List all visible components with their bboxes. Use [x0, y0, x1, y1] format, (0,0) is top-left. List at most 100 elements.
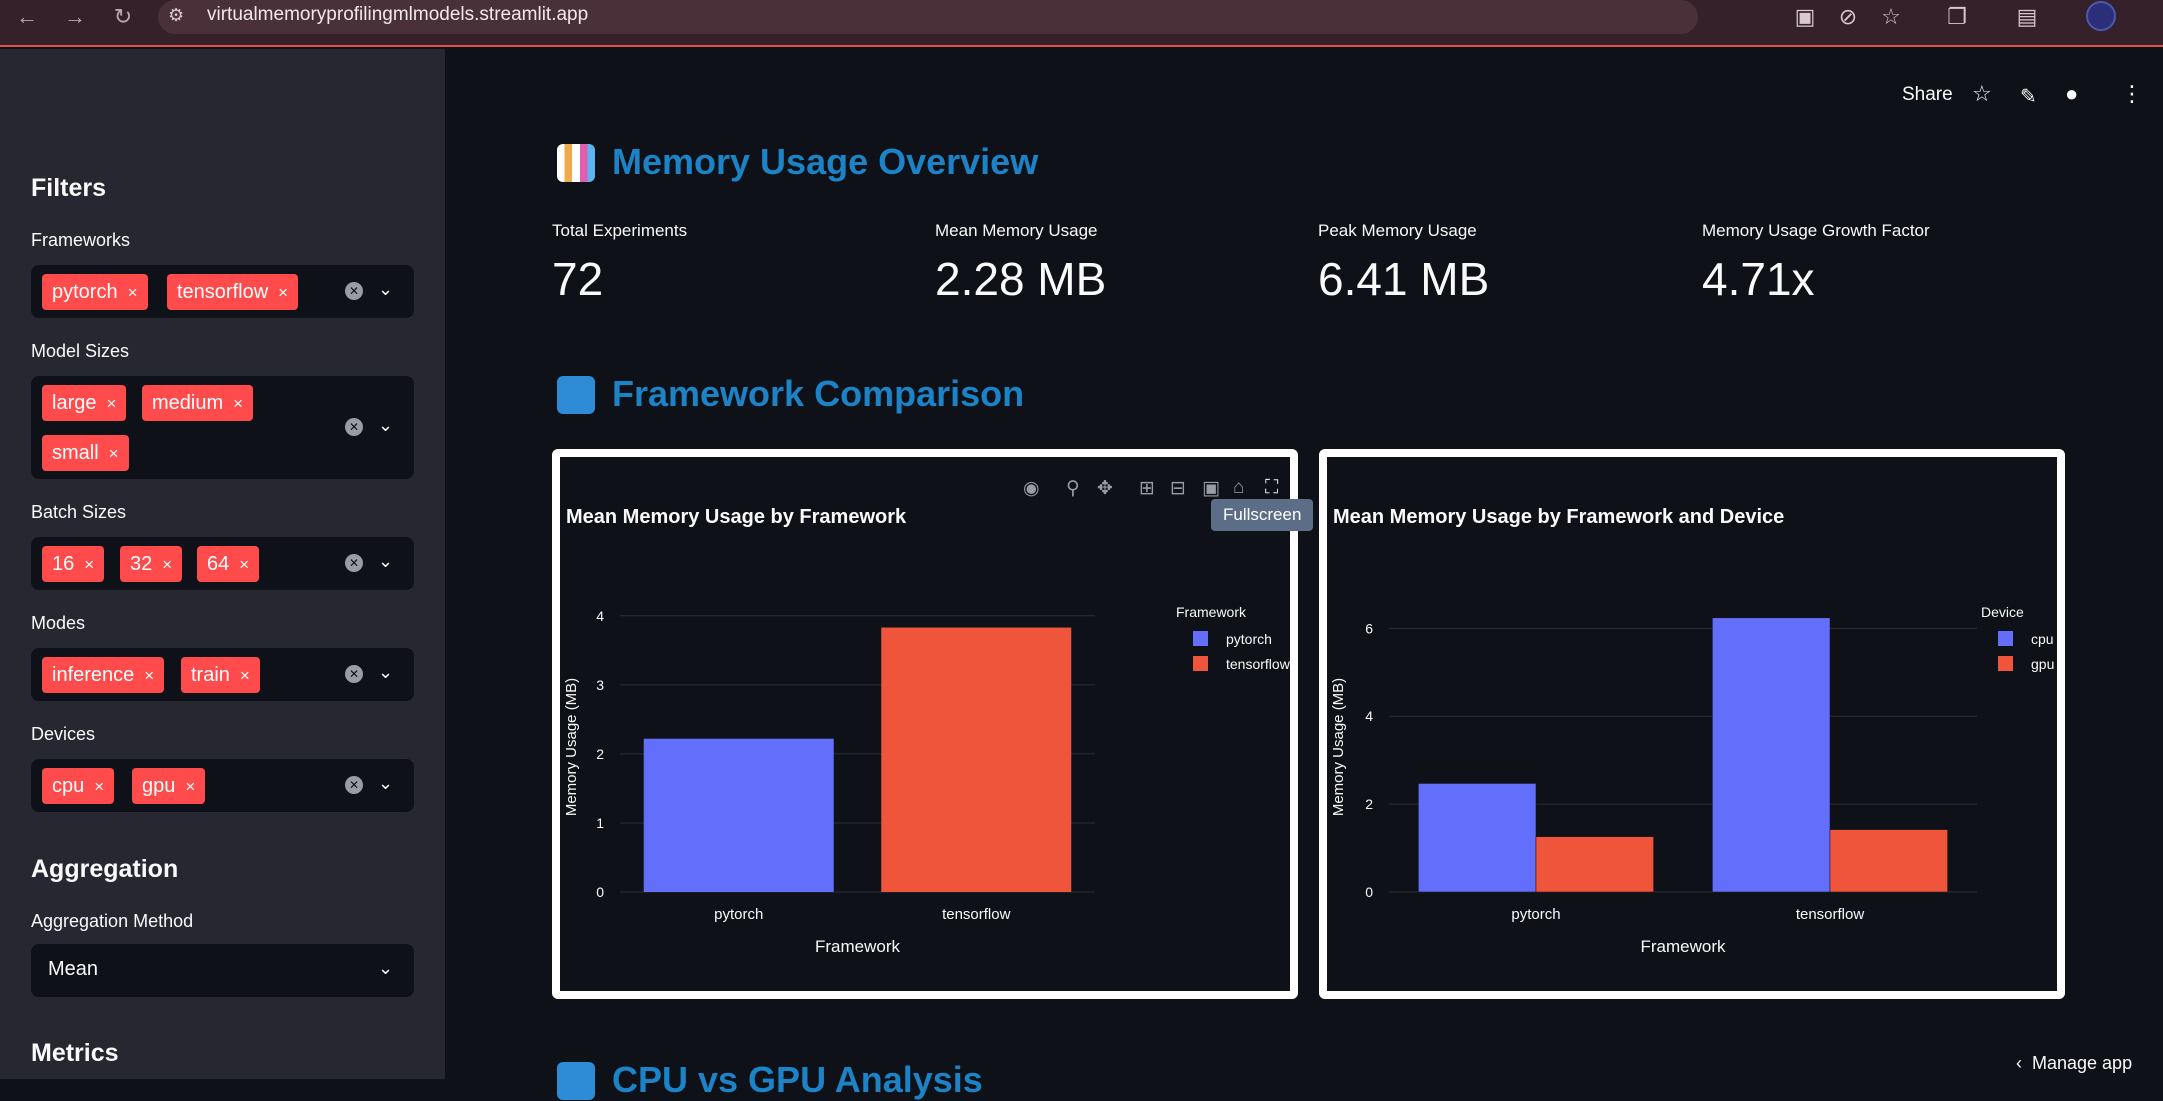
zoom-icon[interactable]: ⚲: [1066, 477, 1080, 500]
clear-all-icon[interactable]: ✕: [345, 776, 363, 794]
tag-gpu[interactable]: gpu ×: [132, 768, 206, 804]
chevron-down-icon[interactable]: ⌄: [378, 279, 393, 300]
section-emoji-icon: [557, 1062, 595, 1100]
tag-cpu[interactable]: cpu ×: [42, 768, 115, 804]
y-axis-label: Memory Usage (MB): [1330, 678, 1347, 816]
chevron-down-icon[interactable]: ⌄: [378, 958, 393, 979]
remove-tag-icon[interactable]: ×: [240, 666, 250, 685]
clear-all-icon[interactable]: ✕: [345, 665, 363, 683]
tag-32[interactable]: 32 ×: [120, 546, 183, 582]
tag-inference[interactable]: inference ×: [42, 657, 165, 693]
refresh-emoji-icon: [557, 376, 595, 414]
remove-tag-icon[interactable]: ×: [162, 555, 172, 574]
y-tick-label: 3: [596, 677, 604, 693]
remove-tag-icon[interactable]: ×: [144, 666, 154, 685]
metric-mean-memory-label: Mean Memory Usage: [935, 221, 1098, 240]
metrics-heading: Metrics: [31, 1039, 119, 1067]
tag-pytorch[interactable]: pytorch ×: [42, 274, 148, 310]
extensions-icon[interactable]: ❐: [1942, 2, 1972, 32]
clear-all-icon[interactable]: ✕: [345, 282, 363, 300]
y-tick-label: 2: [596, 746, 604, 762]
bar-pytorch: [643, 738, 834, 892]
edit-icon[interactable]: ✎: [2020, 84, 2037, 109]
legend-title: Device: [1981, 604, 2024, 620]
comparison-title: Framework Comparison: [612, 373, 1025, 414]
pan-icon[interactable]: ✥: [1097, 477, 1113, 500]
sidebar: Filters Frameworks pytorch × tensorflow × …: [0, 49, 445, 1079]
frameworks-label: Frameworks: [31, 230, 131, 250]
tag-train[interactable]: train ×: [181, 657, 260, 693]
github-icon[interactable]: ●: [2065, 81, 2078, 107]
fullscreen-icon[interactable]: ⛶: [1265, 477, 1278, 499]
devices-multiselect[interactable]: cpu × gpu × ✕ ⌄: [31, 759, 414, 812]
aggregation-heading: Aggregation: [31, 855, 179, 883]
chevron-down-icon[interactable]: ⌄: [378, 662, 393, 683]
clear-all-icon[interactable]: ✕: [345, 418, 363, 436]
tag-large[interactable]: large ×: [42, 385, 127, 421]
home-icon[interactable]: ⌂: [1233, 477, 1244, 499]
y-axis-label: Memory Usage (MB): [563, 678, 580, 816]
aggregation-method-select[interactable]: Mean ⌄: [31, 944, 414, 997]
clear-all-icon[interactable]: ✕: [345, 554, 363, 572]
site-info-icon[interactable]: ⚙: [168, 5, 184, 26]
chart-card-framework: Mean Memory Usage by Framework 0 1 2 3 4 pytor…: [552, 449, 1298, 999]
zoom-out-icon[interactable]: ⊟: [1170, 477, 1186, 500]
tag-16[interactable]: 16 ×: [42, 546, 105, 582]
remove-tag-icon[interactable]: ×: [239, 555, 249, 574]
remove-tag-icon[interactable]: ×: [128, 283, 138, 302]
aggregation-method-value: Mean: [48, 958, 99, 980]
next-section-title: CPU vs GPU Analysis: [612, 1059, 983, 1100]
bookmark-star-icon[interactable]: ☆: [1876, 2, 1906, 32]
tag-64[interactable]: 64 ×: [197, 546, 260, 582]
chevron-down-icon[interactable]: ⌄: [378, 415, 393, 436]
batch-sizes-multiselect[interactable]: 16 × 32 × 64 × ✕ ⌄: [31, 537, 414, 590]
fullscreen-tooltip: Fullscreen: [1211, 499, 1314, 531]
modes-multiselect[interactable]: inference × train × ✕ ⌄: [31, 648, 414, 701]
metric-growth-factor-value: 4.71x: [1702, 253, 1815, 305]
bar-cpu-tensorflow: [1712, 617, 1831, 893]
tracking-protection-icon[interactable]: ⊘: [1833, 2, 1863, 32]
devices-label: Devices: [31, 724, 96, 744]
back-icon[interactable]: ←: [14, 4, 40, 30]
camera-icon[interactable]: ◉: [1023, 477, 1040, 500]
chart-framework-device-svg: Mean Memory Usage by Framework and Devic…: [1330, 506, 2054, 956]
y-tick-label: 2: [1365, 796, 1373, 812]
main-content: Share ☆ ✎ ● ⋮ Memory Usage Overview Tota…: [445, 49, 2163, 1100]
bar-chart-emoji-icon: [557, 144, 595, 182]
remove-tag-icon[interactable]: ×: [94, 777, 104, 796]
chart-title: Mean Memory Usage by Framework and Devic…: [1333, 506, 1784, 528]
autoscale-icon[interactable]: ▣: [1202, 477, 1220, 500]
tag-medium[interactable]: medium ×: [142, 385, 254, 421]
url-text[interactable]: virtualmemoryprofilingmlmodels.streamlit…: [207, 4, 588, 26]
x-tick-label: pytorch: [1511, 906, 1560, 923]
legend-swatch-pytorch: [1193, 631, 1208, 646]
chevron-down-icon[interactable]: ⌄: [378, 551, 393, 572]
y-tick-label: 4: [1365, 708, 1373, 724]
manage-app-button[interactable]: ‹ Manage app: [2016, 1053, 2132, 1074]
reload-icon[interactable]: ↻: [110, 4, 136, 30]
star-icon[interactable]: ☆: [1972, 81, 1992, 107]
frameworks-multiselect[interactable]: pytorch × tensorflow × ✕ ⌄: [31, 265, 414, 318]
profile-avatar[interactable]: [2086, 1, 2116, 31]
remove-tag-icon[interactable]: ×: [109, 444, 119, 463]
remove-tag-icon[interactable]: ×: [84, 555, 94, 574]
install-app-icon[interactable]: ▣: [1790, 2, 1820, 32]
legend-label-cpu: cpu: [2031, 631, 2054, 647]
metric-peak-memory-label: Peak Memory Usage: [1318, 221, 1477, 240]
zoom-in-icon[interactable]: ⊞: [1139, 477, 1155, 500]
remove-tag-icon[interactable]: ×: [278, 283, 288, 302]
batch-sizes-label: Batch Sizes: [31, 502, 127, 522]
remove-tag-icon[interactable]: ×: [106, 394, 116, 413]
more-menu-icon[interactable]: ⋮: [2121, 81, 2143, 107]
model-sizes-multiselect[interactable]: large × medium × small × ✕ ⌄: [31, 376, 414, 479]
bar-gpu-pytorch: [1535, 836, 1654, 893]
share-button[interactable]: Share: [1902, 84, 1953, 106]
remove-tag-icon[interactable]: ×: [185, 777, 195, 796]
tag-small[interactable]: small ×: [42, 435, 129, 471]
forward-icon[interactable]: →: [62, 4, 88, 30]
tab-search-icon[interactable]: ▤: [2012, 2, 2042, 32]
tag-tensorflow[interactable]: tensorflow ×: [167, 274, 299, 310]
chevron-down-icon[interactable]: ⌄: [378, 773, 393, 794]
chart-framework-svg: Mean Memory Usage by Framework 0 1 2 3 4 pytor…: [563, 506, 1290, 956]
remove-tag-icon[interactable]: ×: [233, 394, 243, 413]
